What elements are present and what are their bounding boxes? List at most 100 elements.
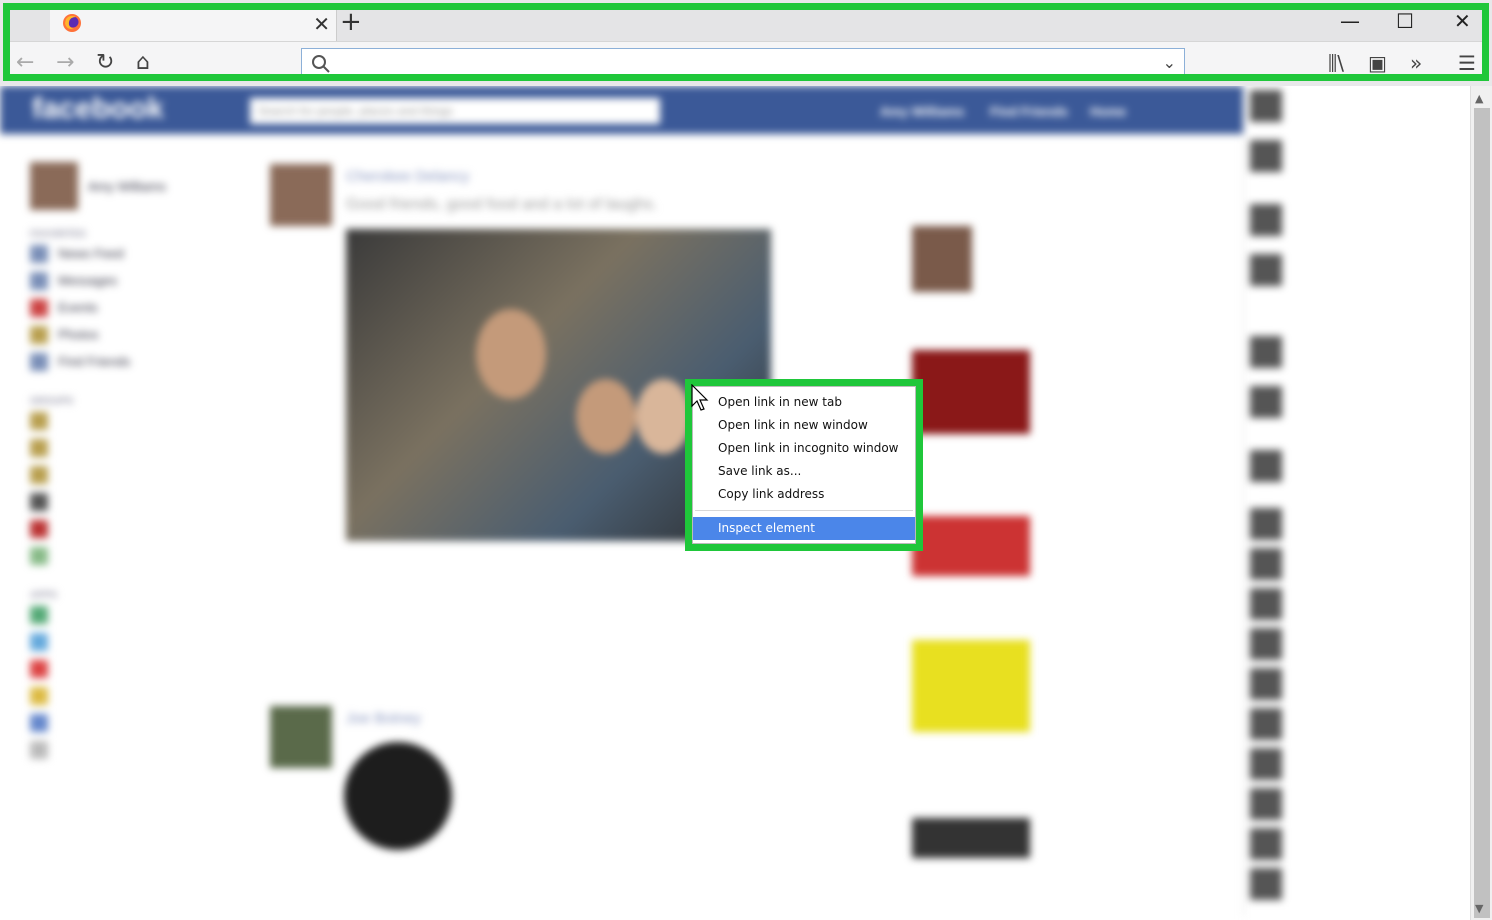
new-tab-button[interactable]: +: [340, 7, 362, 37]
list-item[interactable]: [30, 682, 240, 709]
group-icon: [30, 546, 48, 565]
close-tab-icon[interactable]: ✕: [313, 12, 330, 36]
list-item[interactable]: [30, 542, 240, 569]
app-icon: [30, 632, 48, 651]
sidebar-icon[interactable]: ▣: [1368, 51, 1387, 75]
forward-button[interactable]: →: [56, 50, 74, 75]
avatar[interactable]: [1250, 828, 1282, 860]
avatar[interactable]: [1250, 254, 1282, 286]
avatar[interactable]: [1250, 140, 1282, 172]
facebook-search-input[interactable]: Search for people, places and things: [250, 98, 660, 124]
close-window-button[interactable]: ✕: [1454, 9, 1471, 33]
sidebar-item-photos[interactable]: Photos: [30, 321, 240, 348]
page-scrollbar[interactable]: ▲ ▼: [1470, 86, 1492, 920]
avatar[interactable]: [1250, 708, 1282, 740]
context-menu-open-new-window[interactable]: Open link in new window: [693, 414, 915, 437]
home-link[interactable]: Home: [1090, 104, 1126, 119]
minimize-button[interactable]: —: [1340, 9, 1360, 33]
post-author[interactable]: Cherokee Delancy: [346, 168, 469, 185]
home-button[interactable]: ⌂: [136, 50, 150, 75]
back-button[interactable]: ←: [16, 50, 34, 75]
maximize-button[interactable]: ☐: [1396, 9, 1414, 33]
find-friends-link[interactable]: Find Friends: [990, 104, 1068, 119]
avatar[interactable]: [1250, 548, 1282, 580]
overflow-icon[interactable]: »: [1410, 51, 1422, 75]
nav-toolbar: ← → ↻ ⌂ ⌄ ⫼\ ▣ » ☰: [10, 41, 1482, 80]
context-menu-open-incognito[interactable]: Open link in incognito window: [693, 437, 915, 460]
person-face: [476, 309, 546, 399]
suggestion-photo[interactable]: [912, 226, 972, 292]
browser-tab[interactable]: ✕: [50, 9, 337, 41]
feed-post: Cherokee Delancy Good friends, good food…: [270, 164, 770, 226]
list-item[interactable]: [30, 709, 240, 736]
post-text: Good friends, good food and a lot of lau…: [346, 196, 658, 213]
context-menu-open-new-tab[interactable]: Open link in new tab: [693, 391, 915, 414]
avatar[interactable]: [1250, 868, 1282, 900]
person-face: [636, 379, 691, 454]
url-bar[interactable]: ⌄: [301, 48, 1185, 80]
app-icon: [30, 686, 48, 705]
sidebar-item-label: Photos: [58, 327, 99, 342]
user-name-link[interactable]: Amy Williams: [880, 104, 964, 119]
profile-name: Amy Williams: [88, 178, 166, 194]
avatar[interactable]: [1250, 588, 1282, 620]
shared-app-logo[interactable]: [344, 742, 452, 850]
list-item[interactable]: [30, 407, 240, 434]
scrollbar-thumb[interactable]: [1474, 108, 1490, 918]
avatar[interactable]: [1250, 508, 1282, 540]
scroll-down-icon[interactable]: ▼: [1475, 902, 1483, 915]
favorites-heading: FAVORITES: [30, 229, 86, 240]
profile-row[interactable]: Amy Williams: [30, 156, 240, 216]
avatar[interactable]: [1250, 90, 1282, 122]
messages-icon: [30, 271, 48, 290]
list-item[interactable]: [30, 461, 240, 488]
library-icon[interactable]: ⫼\: [1328, 51, 1344, 75]
avatar[interactable]: [1250, 628, 1282, 660]
search-icon: [312, 55, 330, 73]
app-icon: [30, 659, 48, 678]
context-menu-inspect-element[interactable]: Inspect element: [693, 517, 915, 540]
context-menu: Open link in new tab Open link in new wi…: [692, 386, 916, 544]
list-item[interactable]: [30, 655, 240, 682]
list-item[interactable]: [30, 601, 240, 628]
chevron-down-icon[interactable]: ⌄: [1163, 53, 1176, 72]
avatar[interactable]: [1250, 386, 1282, 418]
sponsored-image[interactable]: [912, 640, 1030, 732]
sidebar-item-find-friends[interactable]: Find Friends: [30, 348, 240, 375]
facebook-logo[interactable]: facebook: [32, 92, 164, 126]
photos-icon: [30, 325, 48, 344]
avatar[interactable]: [270, 706, 332, 768]
list-item[interactable]: [30, 488, 240, 515]
app-icon: [30, 713, 48, 732]
menu-divider: [695, 510, 913, 511]
avatar[interactable]: [1250, 748, 1282, 780]
avatar[interactable]: [1250, 788, 1282, 820]
hamburger-menu-icon[interactable]: ☰: [1458, 51, 1476, 75]
scroll-up-icon[interactable]: ▲: [1475, 92, 1483, 105]
context-menu-save-link[interactable]: Save link as...: [693, 460, 915, 483]
avatar[interactable]: [270, 164, 332, 226]
sidebar-item-events[interactable]: Events: [30, 294, 240, 321]
list-item[interactable]: [30, 628, 240, 655]
url-input[interactable]: [342, 53, 1142, 77]
list-item[interactable]: [30, 434, 240, 461]
post-author[interactable]: Joe Botney: [346, 710, 421, 727]
context-menu-copy-link[interactable]: Copy link address: [693, 483, 915, 506]
sidebar-item-news-feed[interactable]: News Feed: [30, 240, 240, 267]
app-icon: [30, 740, 48, 759]
list-item[interactable]: [30, 736, 240, 763]
left-sidebar: Amy Williams FAVORITES News Feed Message…: [30, 156, 240, 763]
sponsored-image[interactable]: [912, 350, 1030, 434]
sidebar-item-messages[interactable]: Messages: [30, 267, 240, 294]
avatar[interactable]: [1250, 668, 1282, 700]
browser-chrome: ✕ + — ☐ ✕ ← → ↻ ⌂ ⌄ ⫼\ ▣ » ☰: [0, 0, 1492, 86]
avatar[interactable]: [1250, 204, 1282, 236]
avatar[interactable]: [1250, 336, 1282, 368]
sponsored-image[interactable]: [912, 516, 1030, 576]
list-item[interactable]: [30, 515, 240, 542]
browser-window: facebook Search for people, places and t…: [0, 0, 1492, 920]
reload-button[interactable]: ↻: [96, 50, 114, 75]
group-icon: [30, 438, 48, 457]
avatar[interactable]: [1250, 450, 1282, 482]
sponsored-image[interactable]: [912, 818, 1030, 858]
